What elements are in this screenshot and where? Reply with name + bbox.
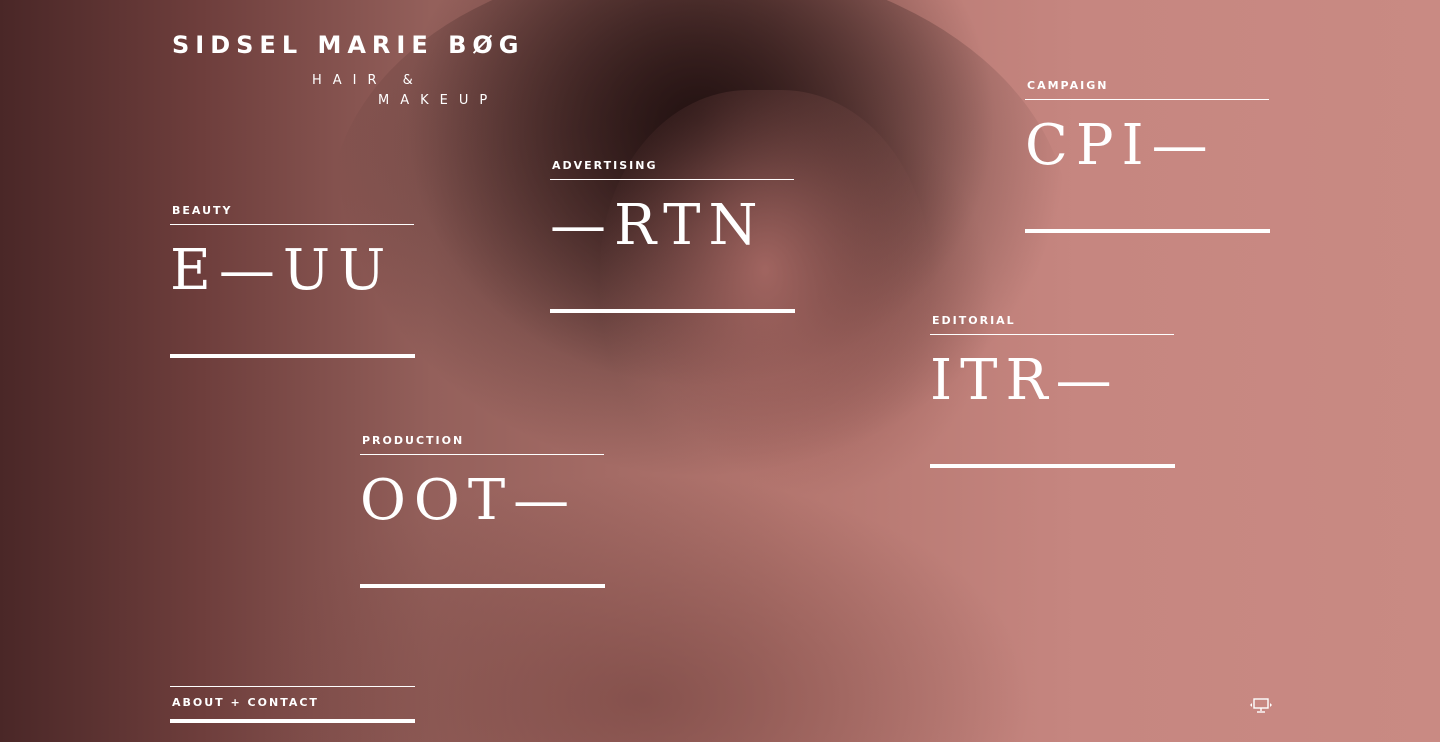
category-letters: CPI— <box>1025 113 1216 178</box>
divider-thin <box>930 334 1174 335</box>
brand-subtitle-line1: HAIR & <box>312 73 424 88</box>
divider-thick <box>170 354 415 358</box>
category-tile-production[interactable]: PRODUCTION OOT— <box>360 434 605 588</box>
divider-thick <box>930 464 1175 468</box>
about-contact-label: ABOUT + CONTACT <box>172 696 319 709</box>
divider-thick <box>550 309 795 313</box>
divider-thin <box>550 179 794 180</box>
category-letters: E—UU <box>170 238 394 303</box>
brand-subtitle-line2: MAKEUP <box>378 93 499 108</box>
category-letters: —RTN <box>550 193 766 258</box>
brand-logo[interactable]: SIDSEL MARIE BØG <box>172 30 524 60</box>
divider-thick <box>170 719 415 723</box>
brand-name: SIDSEL MARIE BØG <box>172 31 525 59</box>
category-label: ADVERTISING <box>552 159 658 172</box>
category-tile-advertising[interactable]: ADVERTISING —RTN <box>550 159 795 313</box>
divider-thick <box>1025 229 1270 233</box>
category-letters: ITR— <box>930 348 1120 413</box>
category-letters: OOT— <box>360 468 578 533</box>
category-label: EDITORIAL <box>932 314 1016 327</box>
category-tile-campaign[interactable]: CAMPAIGN CPI— <box>1025 79 1270 233</box>
divider-thick <box>360 584 605 588</box>
category-label: CAMPAIGN <box>1027 79 1109 92</box>
divider-thin <box>360 454 604 455</box>
divider-thin <box>170 224 414 225</box>
category-label: PRODUCTION <box>362 434 465 447</box>
category-tile-beauty[interactable]: BEAUTY E—UU <box>170 204 415 358</box>
monitor-icon[interactable] <box>1248 697 1274 718</box>
about-contact-link[interactable]: ABOUT + CONTACT <box>170 686 415 723</box>
category-label: BEAUTY <box>172 204 233 217</box>
category-tile-editorial[interactable]: EDITORIAL ITR— <box>930 314 1175 468</box>
divider-thin <box>1025 99 1269 100</box>
